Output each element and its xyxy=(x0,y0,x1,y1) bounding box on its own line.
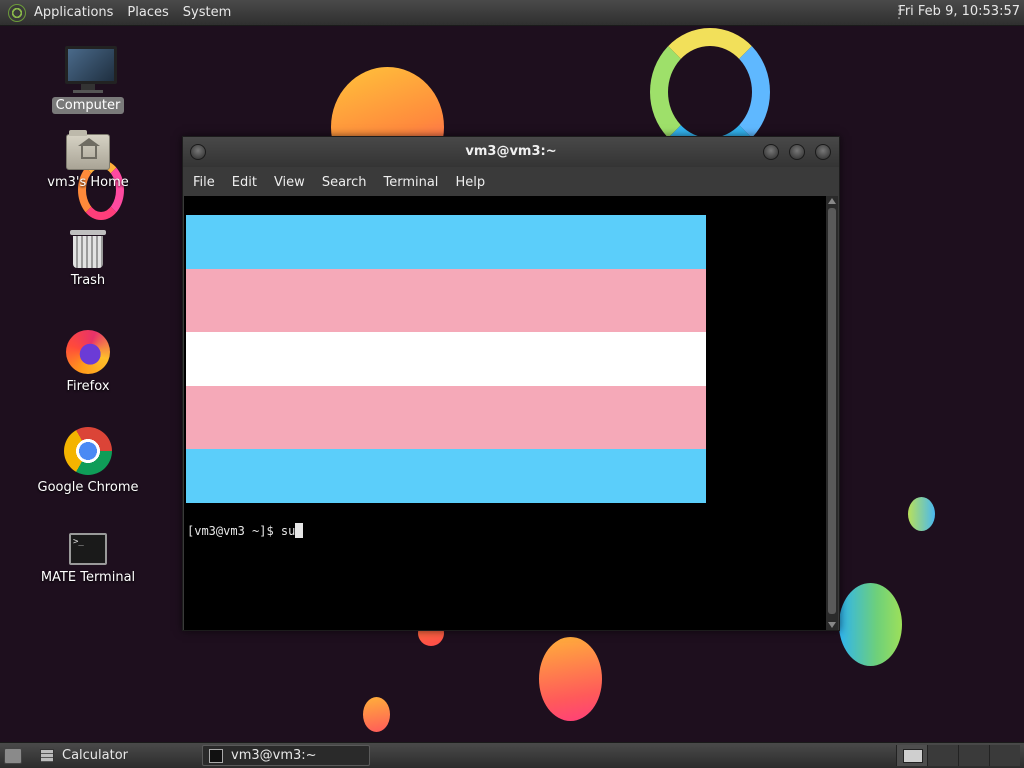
desktop-icon-label: Google Chrome xyxy=(37,480,139,495)
show-desktop-button[interactable] xyxy=(4,748,22,764)
terminal-prompt-line: [vm3@vm3 ~]$ su xyxy=(187,523,304,538)
terminal-cursor xyxy=(295,523,304,538)
wallpaper-bottom-small-blob xyxy=(363,697,390,732)
desktop-icon-label: Computer xyxy=(51,97,125,114)
workspace-3[interactable] xyxy=(958,745,989,766)
wallpaper-right-blob xyxy=(839,583,902,666)
scrollbar-thumb[interactable] xyxy=(828,208,836,614)
menu-view[interactable]: View xyxy=(274,175,305,190)
taskbar-item-calculator[interactable]: Calculator xyxy=(34,745,199,766)
close-button[interactable] xyxy=(815,144,831,160)
desktop-icon-label: vm3's Home xyxy=(47,175,129,190)
top-panel: Applications Places System Fri Feb 9, 10… xyxy=(0,0,1024,26)
workspace-2[interactable] xyxy=(927,745,958,766)
taskbar-item-terminal[interactable]: vm3@vm3:~ xyxy=(202,745,370,766)
desktop-icon-label: Trash xyxy=(70,273,106,288)
desktop-icon-home[interactable]: vm3's Home xyxy=(33,130,143,191)
flag-stripe-blue-top xyxy=(186,215,706,269)
terminal-window[interactable]: vm3@vm3:~ File Edit View Search Terminal… xyxy=(182,136,840,631)
chrome-icon xyxy=(64,427,112,475)
desktop-icon-label: MATE Terminal xyxy=(40,570,136,585)
workspace-1[interactable] xyxy=(896,745,927,766)
terminal-prompt: [vm3@vm3 ~]$ xyxy=(187,524,281,538)
scroll-up-arrow-icon[interactable] xyxy=(828,198,836,204)
scroll-down-arrow-icon[interactable] xyxy=(828,622,836,628)
home-folder-icon xyxy=(66,130,110,170)
taskbar-item-label: Calculator xyxy=(62,748,129,763)
maximize-button[interactable] xyxy=(789,144,805,160)
mate-logo-icon[interactable] xyxy=(8,3,26,22)
menu-edit[interactable]: Edit xyxy=(232,175,257,190)
desktop-icon-chrome[interactable]: Google Chrome xyxy=(33,427,143,496)
terminal-icon xyxy=(209,748,223,763)
system-menu[interactable]: System xyxy=(183,5,231,20)
calculator-icon xyxy=(40,748,54,763)
menu-terminal[interactable]: Terminal xyxy=(383,175,438,190)
terminal-typed-command: su xyxy=(280,524,296,538)
flag-stripe-pink-top xyxy=(186,269,706,332)
panel-clock[interactable]: Fri Feb 9, 10:53:57 xyxy=(898,4,1020,19)
flag-stripe-pink-bottom xyxy=(186,386,706,449)
flag-stripe-blue-bottom xyxy=(186,449,706,503)
desktop-icon-terminal[interactable]: >_ MATE Terminal xyxy=(33,533,143,586)
transgender-flag-image xyxy=(186,215,706,503)
terminal-menubar: File Edit View Search Terminal Help xyxy=(183,167,839,197)
flag-stripe-white xyxy=(186,332,706,386)
computer-icon xyxy=(65,46,117,93)
desktop: Applications Places System Fri Feb 9, 10… xyxy=(0,0,1024,768)
desktop-icon-computer[interactable]: Computer xyxy=(33,46,143,114)
trash-icon xyxy=(70,230,106,268)
menu-help[interactable]: Help xyxy=(455,175,485,190)
wallpaper-right-small-blob xyxy=(908,497,935,531)
applications-menu[interactable]: Applications xyxy=(34,5,113,20)
taskbar-item-label: vm3@vm3:~ xyxy=(231,748,317,763)
window-title: vm3@vm3:~ xyxy=(465,144,557,159)
desktop-icon-label: Firefox xyxy=(66,379,110,394)
terminal-scrollbar[interactable] xyxy=(826,196,838,630)
desktop-icon-trash[interactable]: Trash xyxy=(33,230,143,289)
menu-search[interactable]: Search xyxy=(322,175,367,190)
workspace-switcher xyxy=(896,745,1024,766)
workspace-4[interactable] xyxy=(989,745,1020,766)
places-menu[interactable]: Places xyxy=(127,5,168,20)
minimize-button[interactable] xyxy=(763,144,779,160)
firefox-icon xyxy=(66,330,110,374)
window-titlebar[interactable]: vm3@vm3:~ xyxy=(183,137,839,167)
bottom-panel: Calculator vm3@vm3:~ xyxy=(0,742,1024,768)
menu-file[interactable]: File xyxy=(193,175,215,190)
terminal-output[interactable]: [vm3@vm3 ~]$ su xyxy=(184,196,826,630)
terminal-icon: >_ xyxy=(69,533,107,565)
wallpaper-bottom-blob xyxy=(539,637,602,721)
desktop-icon-firefox[interactable]: Firefox xyxy=(33,330,143,395)
